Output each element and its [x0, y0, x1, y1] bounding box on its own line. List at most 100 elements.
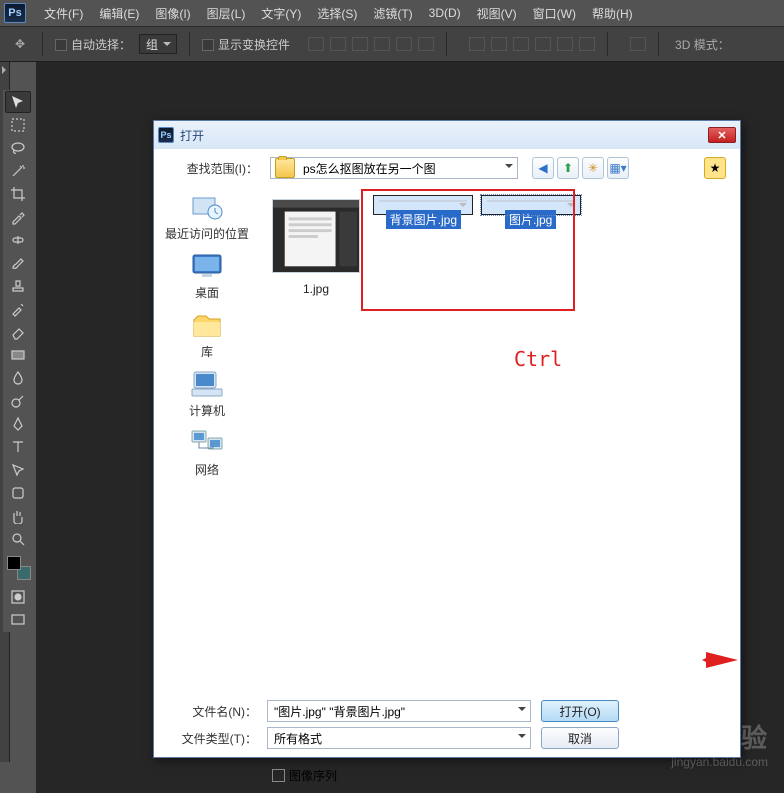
arrange-icons [630, 37, 646, 51]
library-icon [189, 309, 225, 341]
recent-icon [189, 191, 225, 223]
back-button[interactable]: ◀ [532, 157, 554, 179]
distribute-icons [469, 37, 595, 51]
filetype-combo[interactable] [267, 727, 531, 749]
auto-select-dropdown[interactable]: 组 [139, 34, 177, 54]
cancel-button[interactable]: 取消 [541, 727, 619, 749]
options-bar: ✥ 自动选择： 组 显示变换控件 3D 模式： [0, 26, 784, 62]
file-item[interactable]: 1.jpg [266, 195, 366, 301]
menu-filter[interactable]: 滤镜(T) [365, 5, 420, 22]
look-in-combo[interactable] [270, 157, 518, 179]
place-label: 桌面 [195, 284, 219, 301]
view-menu-button[interactable]: ▦▾ [607, 157, 629, 179]
menu-view[interactable]: 视图(V) [469, 5, 525, 22]
place-computer[interactable]: 计算机 [187, 366, 227, 421]
look-in-input[interactable] [299, 161, 501, 175]
lasso-tool[interactable] [5, 137, 31, 159]
file-thumb [272, 199, 360, 273]
image-sequence-label: 图像序列 [289, 767, 337, 784]
quick-mask-tool[interactable] [5, 586, 31, 608]
history-brush-tool[interactable] [5, 298, 31, 320]
place-desktop[interactable]: 桌面 [187, 248, 227, 303]
chevron-down-icon[interactable] [501, 164, 517, 172]
eraser-tool[interactable] [5, 321, 31, 343]
magic-wand-tool[interactable] [5, 160, 31, 182]
menu-help[interactable]: 帮助(H) [584, 5, 641, 22]
favorites-button[interactable]: ★ [704, 157, 726, 179]
shape-tool[interactable] [5, 482, 31, 504]
auto-select-checkbox[interactable]: 自动选择： [55, 36, 131, 53]
toolbox [3, 90, 33, 632]
folder-icon [275, 158, 295, 178]
dialog-titlebar[interactable]: Ps 打开 ✕ [154, 121, 740, 149]
app-logo: Ps [4, 3, 26, 23]
new-folder-button[interactable]: ✳ [582, 157, 604, 179]
dialog-title: 打开 [180, 127, 708, 144]
brush-tool[interactable] [5, 252, 31, 274]
file-list[interactable]: 1.jpg 背景图片.jpg 图片.jpg Ctrl [260, 187, 740, 687]
hand-tool[interactable] [5, 505, 31, 527]
file-item[interactable]: 背景图片.jpg [373, 195, 473, 215]
place-label: 库 [201, 343, 213, 360]
zoom-tool[interactable] [5, 528, 31, 550]
screen-mode-tool[interactable] [5, 609, 31, 631]
type-tool[interactable] [5, 436, 31, 458]
blur-tool[interactable] [5, 367, 31, 389]
menu-3d[interactable]: 3D(D) [421, 6, 469, 20]
eyedropper-tool[interactable] [5, 206, 31, 228]
open-button[interactable]: 打开(O) [541, 700, 619, 722]
computer-icon [189, 368, 225, 400]
move-tool-icon: ✥ [10, 34, 30, 54]
place-label: 最近访问的位置 [165, 225, 249, 242]
crop-tool[interactable] [5, 183, 31, 205]
file-item[interactable]: 图片.jpg [481, 195, 581, 215]
file-name: 背景图片.jpg [386, 210, 461, 229]
file-name: 1.jpg [299, 281, 333, 297]
image-sequence-checkbox[interactable] [272, 769, 285, 782]
chevron-down-icon[interactable] [514, 701, 530, 721]
watermark: Baidu 经验 jingyan.baidu.com [629, 718, 768, 769]
dialog-toolbar: 查找范围(I)： ◀ ⬆ ✳ ▦▾ ★ [154, 149, 740, 187]
filename-combo[interactable] [267, 700, 531, 722]
menu-image[interactable]: 图像(I) [147, 5, 198, 22]
place-label: 计算机 [189, 402, 225, 419]
file-thumb [487, 200, 575, 202]
menu-file[interactable]: 文件(F) [36, 5, 91, 22]
place-network[interactable]: 网络 [187, 425, 227, 480]
move-tool[interactable] [5, 91, 31, 113]
up-button[interactable]: ⬆ [557, 157, 579, 179]
menubar: Ps 文件(F) 编辑(E) 图像(I) 图层(L) 文字(Y) 选择(S) 滤… [0, 0, 784, 26]
place-recent[interactable]: 最近访问的位置 [163, 189, 251, 244]
menu-select[interactable]: 选择(S) [309, 5, 365, 22]
place-library[interactable]: 库 [187, 307, 227, 362]
menu-edit[interactable]: 编辑(E) [91, 5, 147, 22]
look-in-label: 查找范围(I)： [168, 160, 258, 177]
network-icon [189, 427, 225, 459]
align-icons [308, 37, 434, 51]
close-button[interactable]: ✕ [708, 127, 736, 143]
filetype-label: 文件类型(T)： [162, 730, 257, 747]
filename-input[interactable] [268, 701, 514, 721]
chevron-down-icon[interactable] [514, 728, 530, 748]
open-dialog: Ps 打开 ✕ 查找范围(I)： ◀ ⬆ ✳ ▦▾ ★ 最近访问的位置 桌面 [153, 120, 741, 758]
desktop-icon [189, 250, 225, 282]
menu-window[interactable]: 窗口(W) [525, 5, 584, 22]
stamp-tool[interactable] [5, 275, 31, 297]
color-swatches[interactable] [7, 556, 31, 580]
filetype-input[interactable] [268, 728, 514, 748]
places-bar: 最近访问的位置 桌面 库 计算机 网络 [154, 187, 260, 687]
pen-tool[interactable] [5, 413, 31, 435]
menu-type[interactable]: 文字(Y) [253, 5, 309, 22]
filename-label: 文件名(N)： [162, 703, 257, 720]
dialog-icon: Ps [158, 127, 174, 143]
place-label: 网络 [195, 461, 219, 478]
marquee-tool[interactable] [5, 114, 31, 136]
healing-tool[interactable] [5, 229, 31, 251]
path-select-tool[interactable] [5, 459, 31, 481]
file-thumb [379, 200, 467, 202]
3d-mode-label: 3D 模式： [675, 36, 730, 53]
gradient-tool[interactable] [5, 344, 31, 366]
show-transform-checkbox[interactable]: 显示变换控件 [202, 36, 290, 53]
menu-layer[interactable]: 图层(L) [199, 5, 254, 22]
dodge-tool[interactable] [5, 390, 31, 412]
